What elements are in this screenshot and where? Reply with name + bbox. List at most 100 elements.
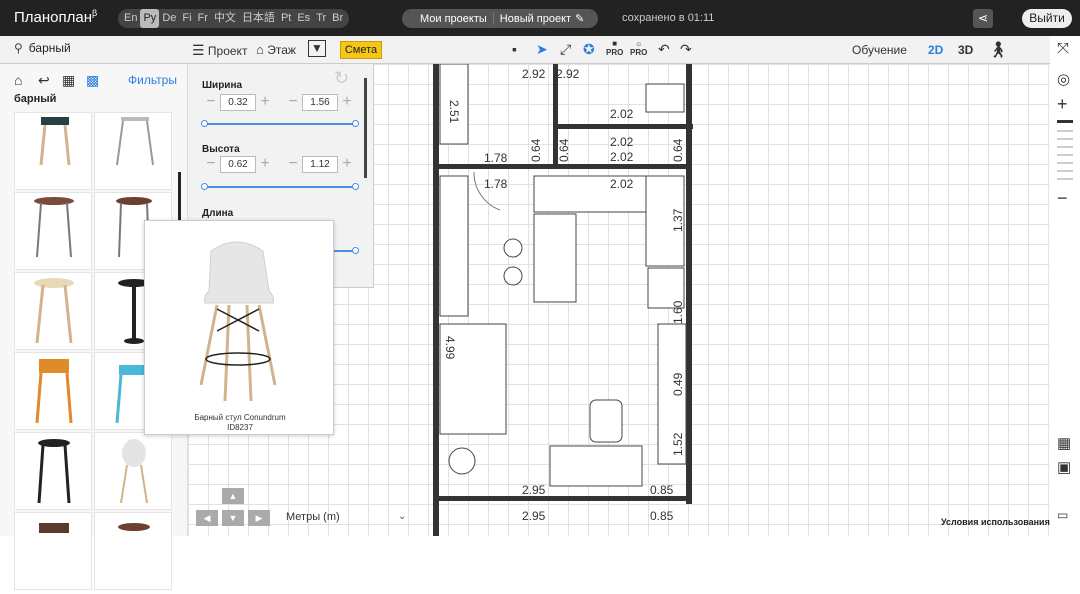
dim-label: 2.95 <box>522 483 546 497</box>
camera-pro-tool[interactable]: ■ PRO <box>606 39 623 57</box>
grid-toggle-icon[interactable]: ▦ <box>1057 434 1071 452</box>
item-name: Барный стул Conundrum ID8237 <box>194 413 286 432</box>
lang-de[interactable]: De <box>159 9 179 28</box>
lang-en[interactable]: En <box>121 9 140 28</box>
plus-icon[interactable]: + <box>340 93 354 110</box>
floor-menu[interactable]: ⌂ Этаж <box>256 42 296 57</box>
lang-ja[interactable]: 日本語 <box>239 9 278 28</box>
app-logo[interactable]: Планопланβ <box>14 8 97 26</box>
minus-icon[interactable]: − <box>286 155 300 172</box>
back-icon[interactable]: ↩ <box>38 72 50 89</box>
plus-icon[interactable]: + <box>258 93 272 110</box>
width-slider[interactable] <box>201 120 359 127</box>
search-box[interactable]: ⚲ барный <box>14 41 71 55</box>
lang-fi[interactable]: Fi <box>179 9 194 28</box>
height-field-a[interactable]: 0.62 <box>220 156 256 173</box>
units-select[interactable]: Метры (m) <box>286 511 340 523</box>
light-pro-tool[interactable]: ☼ PRO <box>630 39 647 57</box>
catalog-item[interactable] <box>94 512 172 590</box>
zoom-step[interactable] <box>1057 162 1073 164</box>
height-field-b[interactable]: 1.12 <box>302 156 338 173</box>
pan-right-button[interactable]: ▶ <box>248 510 270 526</box>
wall-tool-icon[interactable]: ⤢ <box>560 41 571 58</box>
tutorial-button[interactable]: Обучение <box>852 43 907 57</box>
catalog-item[interactable] <box>14 192 92 270</box>
paint-icon[interactable]: ✪ <box>583 41 595 58</box>
my-projects-link[interactable]: Мои проекты <box>402 12 494 25</box>
lang-zh[interactable]: 中文 <box>211 9 239 28</box>
top-bar: Планопланβ En Ру De Fi Fr 中文 日本語 Pt Es T… <box>0 0 1080 36</box>
item-preview-popup: Барный стул Conundrum ID8237 <box>144 220 334 435</box>
lang-br[interactable]: Br <box>329 9 346 28</box>
chevron-down-icon[interactable]: ⌄ <box>398 511 406 522</box>
estimate-button[interactable]: Смета <box>340 41 382 59</box>
catalog-item[interactable] <box>14 432 92 510</box>
slider-knob[interactable] <box>352 120 359 127</box>
zoom-step[interactable] <box>1057 170 1073 172</box>
pan-down-button[interactable]: ▼ <box>222 510 244 526</box>
pointer-icon[interactable]: ➤ <box>536 41 548 58</box>
home-icon[interactable]: ⌂ <box>14 72 22 88</box>
zoom-step[interactable] <box>1057 178 1073 180</box>
catalog-item[interactable] <box>14 512 92 590</box>
minus-icon[interactable]: − <box>286 93 300 110</box>
house-icon: ⌂ <box>256 42 264 57</box>
catalog-scrollbar[interactable] <box>178 172 181 222</box>
zoom-step[interactable] <box>1057 146 1073 148</box>
current-project-name[interactable]: Новый проект <box>494 13 575 25</box>
ruler-icon[interactable]: ▭ <box>1057 508 1068 522</box>
catalog-item[interactable] <box>94 112 172 190</box>
refresh-icon[interactable]: ↻ <box>334 68 349 89</box>
dim-label: 2.51 <box>447 100 461 124</box>
lang-pt[interactable]: Pt <box>278 9 294 28</box>
logout-button[interactable]: Выйти <box>1022 9 1072 28</box>
lang-fr[interactable]: Fr <box>195 9 211 28</box>
catalog-item[interactable] <box>14 272 92 350</box>
width-field-b[interactable]: 1.56 <box>302 94 338 111</box>
undo-icon[interactable]: ↶ <box>658 41 670 58</box>
share-button[interactable]: ⋖ <box>973 9 993 28</box>
hamburger-icon: ☰ <box>192 42 205 58</box>
catalog-item[interactable] <box>14 352 92 430</box>
zoom-in-icon[interactable]: + <box>1057 94 1068 115</box>
lang-es[interactable]: Es <box>294 9 313 28</box>
catalog-item[interactable] <box>94 432 172 510</box>
floor-dropdown[interactable]: ▼ <box>308 40 326 57</box>
grid-small-icon[interactable]: ▩ <box>86 72 99 89</box>
grid-large-icon[interactable]: ▦ <box>62 72 75 89</box>
zoom-level-indicator[interactable] <box>1057 120 1073 123</box>
project-menu[interactable]: ☰ Проект <box>192 42 247 59</box>
minus-icon[interactable]: − <box>204 93 218 110</box>
search-input[interactable]: барный <box>29 41 71 55</box>
zoom-step[interactable] <box>1057 138 1073 140</box>
zoom-step[interactable] <box>1057 154 1073 156</box>
terms-link[interactable]: Условия использования <box>941 517 1050 527</box>
lang-ru[interactable]: Ру <box>140 9 160 28</box>
image-icon[interactable]: ▣ <box>1057 458 1071 476</box>
minus-icon[interactable]: − <box>204 155 218 172</box>
pan-left-button[interactable]: ◀ <box>196 510 218 526</box>
properties-scrollbar[interactable] <box>364 78 367 178</box>
view-2d-button[interactable]: 2D <box>928 43 943 57</box>
save-icon[interactable]: ▪ <box>512 41 517 57</box>
plus-icon[interactable]: + <box>258 155 272 172</box>
catalog-item[interactable] <box>14 112 92 190</box>
slider-knob[interactable] <box>352 247 359 254</box>
walk-mode-icon[interactable]: 🚶︎ <box>988 40 1008 60</box>
slider-knob[interactable] <box>201 120 208 127</box>
height-slider[interactable] <box>201 183 359 190</box>
width-field-a[interactable]: 0.32 <box>220 94 256 111</box>
lang-tr[interactable]: Tr <box>313 9 329 28</box>
filters-link[interactable]: Фильтры <box>128 73 177 87</box>
slider-knob[interactable] <box>352 183 359 190</box>
redo-icon[interactable]: ↷ <box>680 41 692 58</box>
plus-icon[interactable]: + <box>340 155 354 172</box>
fullscreen-icon[interactable]: ⤧ <box>1057 40 1069 57</box>
zoom-out-icon[interactable]: − <box>1057 188 1068 209</box>
slider-knob[interactable] <box>201 183 208 190</box>
zoom-step[interactable] <box>1057 130 1073 132</box>
pencil-icon[interactable]: ✎ <box>575 12 584 25</box>
pan-up-button[interactable]: ▲ <box>222 488 244 504</box>
center-icon[interactable]: ◎ <box>1057 70 1070 88</box>
view-3d-button[interactable]: 3D <box>958 43 973 57</box>
